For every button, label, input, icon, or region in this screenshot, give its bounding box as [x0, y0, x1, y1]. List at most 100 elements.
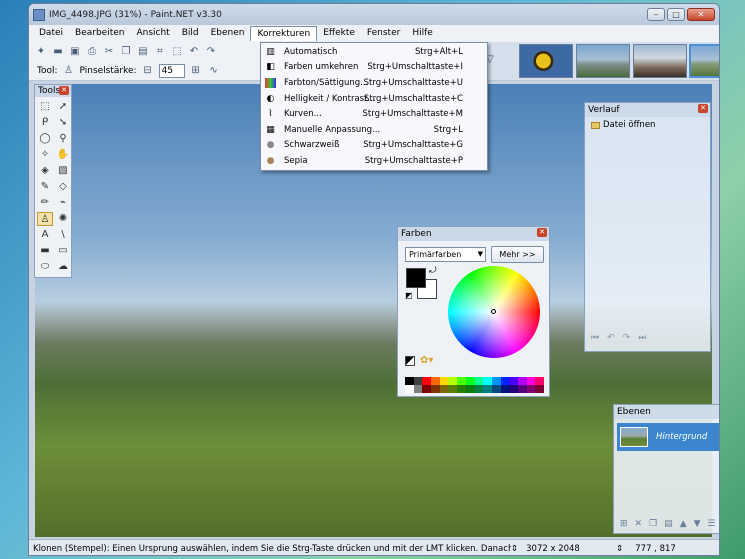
menu-ansicht[interactable]: Ansicht [130, 26, 175, 41]
recolor-icon[interactable]: ✺ [55, 212, 71, 226]
magic-wand-icon[interactable]: ✧ [37, 148, 53, 162]
color-mode-select[interactable]: Primärfarben ▼ [405, 247, 486, 262]
close-icon[interactable]: ✕ [59, 86, 69, 95]
antialias-icon[interactable]: ∿ [207, 64, 221, 78]
merge-layer-icon[interactable]: ▤ [664, 519, 673, 529]
palette-swatch[interactable] [431, 377, 440, 385]
palette-swatch[interactable] [448, 385, 458, 393]
new-file-icon[interactable]: ✦ [34, 45, 48, 59]
color-palette[interactable] [405, 377, 544, 393]
ellipse-icon[interactable]: ⬭ [37, 260, 53, 274]
menu-item-kurven[interactable]: ⌇ Kurven... Strg+Umschalttaste+M [261, 106, 487, 122]
add-layer-icon[interactable]: ⊞ [620, 519, 628, 529]
menu-ebenen[interactable]: Ebenen [205, 26, 251, 41]
zoom-icon[interactable]: ⚲ [55, 132, 71, 146]
palette-swatch[interactable] [413, 385, 423, 393]
title-bar[interactable]: IMG_4498.JPG (31%) - Paint.NET v3.30 – □… [29, 4, 719, 25]
palette-swatch[interactable] [491, 385, 501, 393]
crop-icon[interactable]: ⌗ [153, 45, 167, 59]
palette-swatch[interactable] [413, 377, 423, 385]
color-picker-icon[interactable]: ⌁ [55, 196, 71, 210]
palette-swatch[interactable] [535, 385, 544, 393]
palette-swatch[interactable] [422, 385, 432, 393]
print-icon[interactable]: ⎙ [85, 45, 99, 59]
rectangle-select-icon[interactable]: ⬚ [37, 100, 53, 114]
history-panel-title[interactable]: Verlauf ✕ [585, 103, 710, 117]
palette-swatch[interactable] [535, 377, 544, 385]
gradient-icon[interactable]: ▧ [55, 164, 71, 178]
thumbnail-sunflower[interactable] [519, 44, 573, 78]
thumbnail-landscape-1[interactable] [576, 44, 630, 78]
paintbrush-icon[interactable]: ✎ [37, 180, 53, 194]
fast-forward-icon[interactable]: ⏭ [638, 333, 646, 343]
palette-swatch[interactable] [431, 385, 440, 393]
layer-row[interactable]: Hintergrund ✓ [617, 423, 719, 451]
palette-swatch[interactable] [474, 377, 484, 385]
palette-swatch[interactable] [517, 377, 527, 385]
move-selection-icon[interactable]: ➚ [55, 100, 71, 114]
palette-swatch[interactable] [517, 385, 527, 393]
close-button[interactable]: ✕ [687, 8, 715, 21]
palette-swatch[interactable] [457, 385, 466, 393]
palette-swatch[interactable] [500, 385, 510, 393]
palette-swatch[interactable] [500, 377, 510, 385]
palette-swatch[interactable] [526, 377, 536, 385]
redo-icon[interactable]: ↷ [204, 45, 218, 59]
palette-swatch[interactable] [465, 377, 475, 385]
brush-size-input[interactable]: 45 [158, 63, 185, 78]
palette-swatch[interactable] [526, 385, 536, 393]
layers-panel-title[interactable]: Ebenen ✕ [614, 405, 719, 419]
redo-history-icon[interactable]: ↷ [623, 333, 631, 343]
move-selected-icon[interactable]: ➘ [55, 116, 71, 130]
save-icon[interactable]: ▣ [68, 45, 82, 59]
text-icon[interactable]: A [37, 228, 53, 242]
move-layer-up-icon[interactable]: ▲ [680, 519, 687, 529]
menu-item-helligkeit-kontrast[interactable]: ◐ Helligkeit / Kontrast... Strg+Umschalt… [261, 91, 487, 107]
palette-swatch[interactable] [483, 385, 492, 393]
copy-icon[interactable]: ❐ [119, 45, 133, 59]
palette-swatch[interactable] [405, 385, 414, 393]
decrease-icon[interactable]: ⊟ [141, 64, 155, 78]
menu-item-manuelle-anpassung[interactable]: ▦ Manuelle Anpassung... Strg+L [261, 122, 487, 138]
palette-swatch[interactable] [509, 377, 518, 385]
rounded-rectangle-icon[interactable]: ▭ [55, 244, 71, 258]
menu-effekte[interactable]: Effekte [317, 26, 361, 41]
menu-bild[interactable]: Bild [176, 26, 205, 41]
history-item[interactable]: Datei öffnen [585, 117, 710, 130]
more-button[interactable]: Mehr >> [491, 246, 544, 263]
menu-item-farben-umkehren[interactable]: ◧ Farben umkehren Strg+Umschalttaste+I [261, 60, 487, 76]
duplicate-layer-icon[interactable]: ❐ [649, 519, 657, 529]
palette-swatch[interactable] [474, 385, 484, 393]
close-icon[interactable]: ✕ [698, 104, 708, 113]
undo-history-icon[interactable]: ↶ [607, 333, 615, 343]
freeform-shape-icon[interactable]: ☁ [55, 260, 71, 274]
black-white-swatch-icon[interactable] [405, 356, 415, 366]
clone-stamp-icon[interactable]: ♙ [62, 64, 76, 78]
palette-swatch[interactable] [483, 377, 492, 385]
pan-icon[interactable]: ✋ [55, 148, 71, 162]
reset-colors-icon[interactable]: ◩ [405, 291, 413, 300]
menu-hilfe[interactable]: Hilfe [406, 26, 438, 41]
palette-swatch[interactable] [448, 377, 458, 385]
menu-bearbeiten[interactable]: Bearbeiten [69, 26, 130, 41]
palette-swatch[interactable] [439, 377, 449, 385]
layer-properties-icon[interactable]: ☰ [708, 519, 716, 529]
paste-icon[interactable]: ▤ [136, 45, 150, 59]
undo-icon[interactable]: ↶ [187, 45, 201, 59]
tools-panel-title[interactable]: Tools ✕ [35, 85, 71, 97]
clone-stamp-tool-icon[interactable]: ♙ [37, 212, 53, 226]
menu-fenster[interactable]: Fenster [361, 26, 406, 41]
palette-swatch[interactable] [439, 385, 449, 393]
palette-swatch[interactable] [465, 385, 475, 393]
colors-panel-title[interactable]: Farben ✕ [398, 227, 549, 241]
swap-colors-icon[interactable]: ⤾ [429, 266, 437, 276]
menu-item-farbton-saettigung[interactable]: Farbton/Sättigung... Strg+Umschalttaste+… [261, 75, 487, 91]
menu-datei[interactable]: Datei [33, 26, 69, 41]
thumbnail-landscape-2[interactable] [633, 44, 687, 78]
minimize-button[interactable]: – [647, 8, 665, 21]
close-icon[interactable]: ✕ [537, 228, 547, 237]
palette-swatch[interactable] [509, 385, 518, 393]
palette-menu-icon[interactable]: ✿▾ [420, 355, 433, 366]
move-layer-down-icon[interactable]: ▼ [694, 519, 701, 529]
cut-icon[interactable]: ✂ [102, 45, 116, 59]
